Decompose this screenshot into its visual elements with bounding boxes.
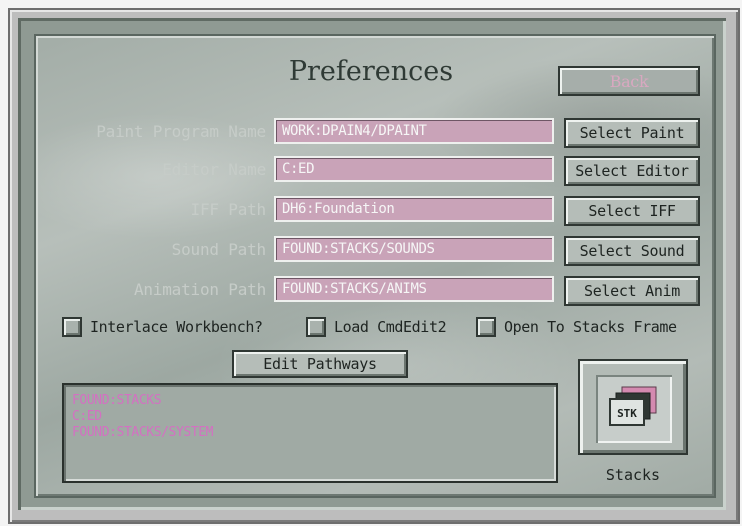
iff-path-label: IFF Path	[190, 200, 267, 219]
back-button[interactable]: Back	[558, 66, 700, 96]
load-cmdedit-label: Load CmdEdit2	[334, 318, 447, 336]
list-item[interactable]: C:ED	[72, 409, 548, 425]
select-anim-button[interactable]: Select Anim	[564, 276, 700, 306]
load-cmdedit-option[interactable]: Load CmdEdit2	[306, 316, 447, 338]
pathways-list[interactable]: FOUND:STACKS C:ED FOUND:STACKS/SYSTEM	[62, 383, 558, 483]
select-iff-button[interactable]: Select IFF	[564, 196, 700, 226]
editor-name-label: Editor Name	[162, 160, 266, 179]
editor-name-field[interactable]: C:ED	[274, 156, 554, 182]
sound-path-label: Sound Path	[171, 240, 267, 259]
paint-program-field[interactable]: WORK:DPAIN4/DPAINT	[274, 118, 554, 144]
select-editor-button[interactable]: Select Editor	[564, 156, 700, 186]
list-item[interactable]: FOUND:STACKS	[72, 393, 548, 409]
stacks-icon: STK	[609, 386, 657, 426]
stacks-icon-frame: STK	[596, 375, 672, 443]
animation-path-label: Animation Path	[133, 280, 266, 299]
open-stacks-option[interactable]: Open To Stacks Frame	[476, 316, 677, 338]
animation-path-field[interactable]: FOUND:STACKS/ANIMS	[274, 276, 554, 302]
interlace-checkbox[interactable]	[62, 317, 82, 337]
stacks-label: Stacks	[605, 466, 661, 484]
iff-path-field[interactable]: DH6:Foundation	[274, 196, 554, 222]
stacks-button[interactable]: STK	[578, 359, 688, 455]
interlace-option[interactable]: Interlace Workbench?	[62, 316, 263, 338]
open-stacks-checkbox[interactable]	[476, 317, 496, 337]
open-stacks-label: Open To Stacks Frame	[504, 318, 677, 336]
load-cmdedit-checkbox[interactable]	[306, 317, 326, 337]
paint-program-label: Paint Program Name	[96, 122, 266, 141]
interlace-label: Interlace Workbench?	[90, 318, 263, 336]
svg-text:STK: STK	[617, 407, 637, 420]
edit-pathways-button[interactable]: Edit Pathways	[232, 350, 408, 378]
select-sound-button[interactable]: Select Sound	[564, 236, 700, 266]
select-paint-button[interactable]: Select Paint	[564, 118, 700, 148]
list-item[interactable]: FOUND:STACKS/SYSTEM	[72, 425, 548, 441]
sound-path-field[interactable]: FOUND:STACKS/SOUNDS	[274, 236, 554, 262]
